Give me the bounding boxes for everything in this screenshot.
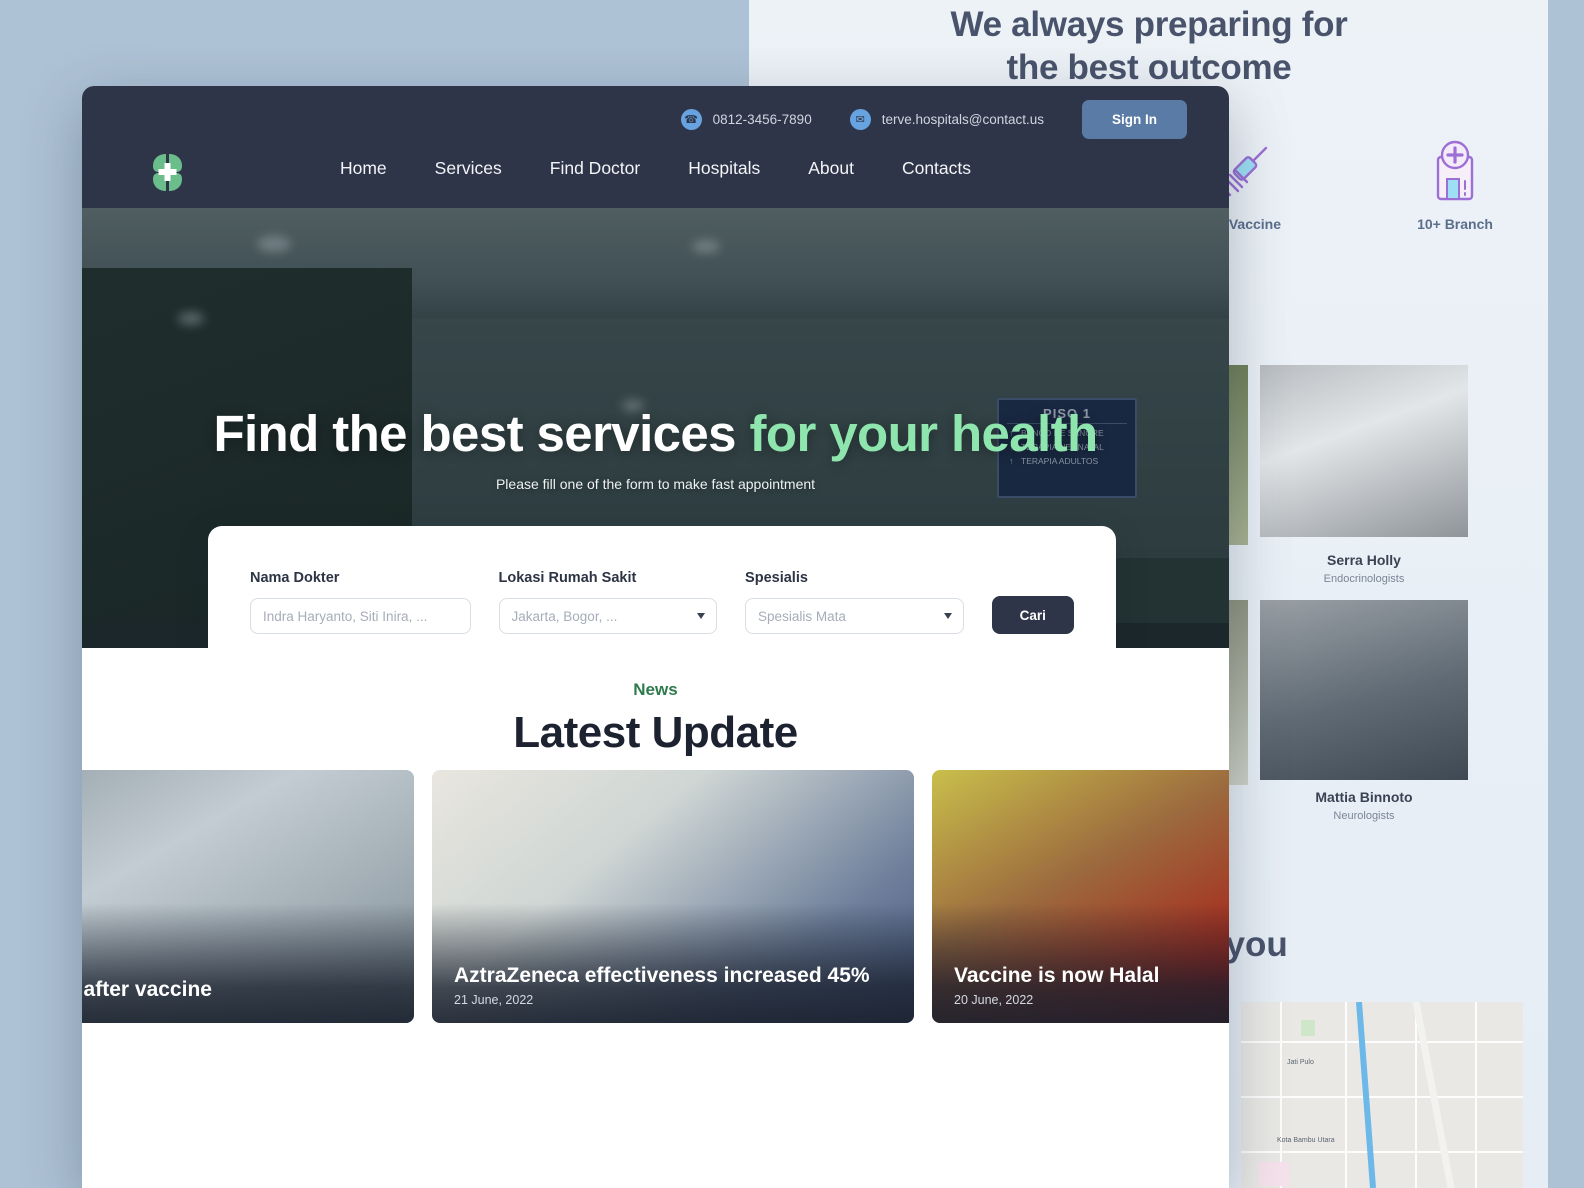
nav-item-find-doctor[interactable]: Find Doctor bbox=[526, 158, 664, 179]
hero-title: Find the best services for your health bbox=[82, 404, 1229, 463]
field-nama-dokter: Nama Dokter Indra Haryanto, Siti Inira, … bbox=[250, 570, 471, 634]
email-contact[interactable]: ✉ terve.hospitals@contact.us bbox=[849, 109, 1044, 130]
news-eyebrow: News bbox=[633, 680, 678, 699]
field-spesialis: Spesialis Spesialis Mata bbox=[745, 570, 964, 634]
map-graphic: Jati Pulo Kota Bambu Utara bbox=[1241, 1002, 1523, 1188]
field-lokasi-rumah-sakit: Lokasi Rumah Sakit Jakarta, Bogor, ... bbox=[498, 570, 718, 634]
news-card[interactable]: 0% healthier after vaccine bbox=[82, 770, 414, 1023]
search-submit-button[interactable]: Cari bbox=[991, 596, 1075, 634]
doctor-card[interactable] bbox=[1260, 365, 1468, 537]
news-card[interactable]: AztraZeneca effectiveness increased 45% … bbox=[432, 770, 914, 1023]
field-label: Nama Dokter bbox=[250, 570, 340, 586]
nav-item-hospitals[interactable]: Hospitals bbox=[664, 158, 784, 179]
doctor-card[interactable] bbox=[1260, 600, 1468, 780]
news-card-row: 0% healthier after vaccine AztraZeneca e… bbox=[82, 770, 1229, 1023]
nav-item-home[interactable]: Home bbox=[316, 158, 411, 179]
doctor-name: Mattia Binnoto bbox=[1315, 789, 1413, 805]
svg-text:Kota Bambu Utara: Kota Bambu Utara bbox=[1277, 1137, 1335, 1144]
chevron-down-icon bbox=[943, 613, 952, 619]
hospital-icon bbox=[1436, 140, 1474, 201]
doctor-name: Serra Holly bbox=[1327, 552, 1401, 568]
phone-number: 0812-3456-7890 bbox=[712, 112, 812, 127]
select-value: Jakarta, Bogor, ... bbox=[511, 608, 618, 624]
background-hero-title: We always preparing for the best outcome bbox=[950, 5, 1348, 87]
hospital-location-select[interactable]: Jakarta, Bogor, ... bbox=[498, 598, 718, 634]
stat-branch-label: 10+ Branch bbox=[1417, 216, 1493, 232]
news-card-date: 21 June, 2022 bbox=[454, 993, 534, 1007]
news-title: Latest Update bbox=[513, 708, 798, 757]
news-card-title: Vaccine is now Halal bbox=[954, 964, 1160, 987]
backdrop-right-edge bbox=[1548, 0, 1584, 1188]
nav-item-contacts[interactable]: Contacts bbox=[878, 158, 995, 179]
news-card[interactable]: Vaccine is now Halal 20 June, 2022 bbox=[932, 770, 1229, 1023]
sign-in-button[interactable]: Sign In bbox=[1082, 100, 1187, 139]
phone-contact[interactable]: ☎ 0812-3456-7890 bbox=[680, 109, 812, 130]
main-navigation: Home Services Find Doctor Hospitals Abou… bbox=[82, 158, 1229, 179]
doctor-role: Endocrinologists bbox=[1323, 573, 1405, 585]
hero-title-main: Find the best services bbox=[213, 405, 750, 462]
nav-item-about[interactable]: About bbox=[784, 158, 878, 179]
field-label: Spesialis bbox=[745, 570, 808, 586]
hero-title-accent: for your health bbox=[749, 405, 1099, 462]
appointment-search-card: Nama Dokter Indra Haryanto, Siti Inira, … bbox=[208, 526, 1116, 648]
header-topbar: ☎ 0812-3456-7890 ✉ terve.hospitals@conta… bbox=[680, 100, 1187, 139]
mail-icon: ✉ bbox=[849, 109, 871, 130]
svg-text:Jati Pulo: Jati Pulo bbox=[1287, 1059, 1314, 1066]
specialist-select[interactable]: Spesialis Mata bbox=[745, 598, 964, 634]
site-header: ☎ 0812-3456-7890 ✉ terve.hospitals@conta… bbox=[82, 86, 1229, 208]
news-card-date: 20 June, 2022 bbox=[954, 993, 1034, 1007]
stat-branch: 10+ Branch bbox=[1375, 135, 1535, 232]
hero-subtitle: Please fill one of the form to make fast… bbox=[495, 476, 816, 492]
news-card-title: AztraZeneca effectiveness increased 45% bbox=[454, 964, 870, 987]
email-address: terve.hospitals@contact.us bbox=[881, 112, 1044, 127]
field-label: Lokasi Rumah Sakit bbox=[498, 570, 637, 586]
hero-section: PISO 1 BANCO DE SANGRE TERAPIA NEONATAL … bbox=[82, 208, 1229, 648]
chevron-down-icon bbox=[697, 613, 706, 619]
news-section: News Latest Update We always update abou… bbox=[82, 648, 1229, 1188]
doctor-role: Neurologists bbox=[1333, 810, 1395, 822]
select-value: Spesialis Mata bbox=[758, 608, 846, 624]
background-map[interactable]: Jati Pulo Kota Bambu Utara bbox=[1241, 1002, 1523, 1188]
phone-icon: ☎ bbox=[680, 109, 702, 130]
nav-item-services[interactable]: Services bbox=[411, 158, 526, 179]
news-card-title: 0% healthier after vaccine bbox=[82, 978, 212, 1001]
doctor-name-input[interactable]: Indra Haryanto, Siti Inira, ... bbox=[250, 598, 471, 634]
browser-window: ☎ 0812-3456-7890 ✉ terve.hospitals@conta… bbox=[82, 86, 1229, 1188]
